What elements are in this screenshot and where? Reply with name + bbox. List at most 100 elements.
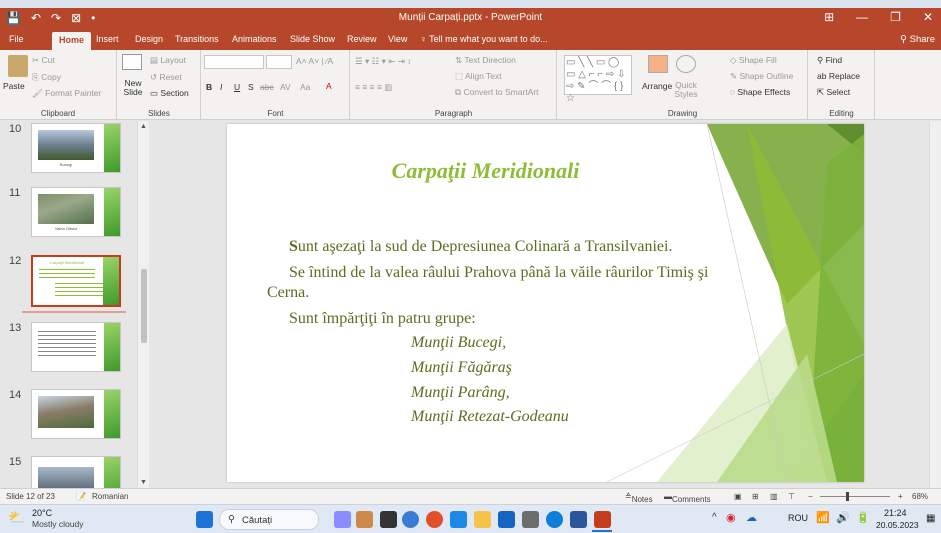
- close-icon[interactable]: ✕: [923, 10, 933, 24]
- notes-button[interactable]: ≙ Notes: [625, 492, 653, 504]
- zoom-level[interactable]: 68%: [912, 492, 928, 501]
- reading-view-icon[interactable]: ▥: [770, 492, 778, 501]
- copy-button[interactable]: ⎘ Copy: [32, 72, 61, 83]
- group-item-bucegi[interactable]: Munţii Bucegi,: [411, 334, 506, 352]
- group-item-retezat[interactable]: Munţii Retezat-Godeanu: [411, 408, 569, 426]
- thumbnail-slide-15[interactable]: [31, 456, 121, 488]
- thumbnail-slide-11[interactable]: Valea Oltului: [31, 187, 121, 237]
- change-case-button[interactable]: Aa: [300, 82, 310, 92]
- new-slide-icon[interactable]: [122, 54, 142, 70]
- thumbnail-slide-12-selected[interactable]: Carpații Meridionali: [31, 255, 121, 307]
- thumbnail-slide-13[interactable]: [31, 322, 121, 372]
- replace-button[interactable]: ab Replace: [817, 71, 860, 81]
- normal-view-icon[interactable]: ▣: [734, 492, 742, 501]
- mail-icon[interactable]: [498, 511, 515, 528]
- zoom-slider[interactable]: [820, 496, 890, 497]
- strikethrough-button[interactable]: abc: [260, 82, 274, 92]
- file-explorer-icon[interactable]: [474, 511, 491, 528]
- scroll-up-icon[interactable]: ▲: [140, 123, 147, 130]
- zoom-in-icon[interactable]: +: [898, 492, 903, 501]
- text-direction-button[interactable]: ⇅ Text Direction: [455, 55, 516, 66]
- tell-me-box[interactable]: ♀ Tell me what you want to do...: [420, 34, 548, 44]
- language-indicator[interactable]: Romanian: [92, 492, 128, 501]
- store-icon[interactable]: [356, 511, 373, 528]
- clock-date[interactable]: 20.05.2023: [876, 520, 919, 530]
- zoom-slider-thumb[interactable]: [846, 492, 849, 501]
- start-icon[interactable]: [196, 511, 213, 528]
- char-spacing-button[interactable]: AV: [280, 82, 291, 92]
- ribbon-display-icon[interactable]: ⊞: [824, 10, 834, 24]
- restore-icon[interactable]: ❐: [890, 10, 901, 24]
- tab-review[interactable]: Review: [347, 34, 377, 44]
- powerpoint-icon[interactable]: [594, 511, 611, 528]
- media-player-icon[interactable]: [522, 511, 539, 528]
- cut-button[interactable]: ✂ Cut: [32, 55, 55, 66]
- font-size-field[interactable]: [266, 55, 292, 69]
- weather-temp[interactable]: 20°C: [32, 508, 52, 518]
- quick-styles-button[interactable]: Quick Styles: [673, 81, 699, 99]
- wifi-icon[interactable]: 📶: [816, 511, 830, 524]
- format-painter-button[interactable]: 🖌 Format Painter: [32, 88, 101, 99]
- tab-view[interactable]: View: [388, 34, 407, 44]
- calculator-icon[interactable]: [450, 511, 467, 528]
- slide-title[interactable]: Carpaţii Meridionali: [227, 158, 744, 184]
- weather-desc[interactable]: Mostly cloudy: [32, 519, 84, 529]
- convert-smartart-button[interactable]: ⧉ Convert to SmartArt: [455, 87, 539, 98]
- volume-icon[interactable]: 🔊: [836, 511, 850, 524]
- group-item-fagaras[interactable]: Munţii Făgăraş: [411, 359, 512, 377]
- new-slide-button[interactable]: New Slide: [120, 79, 146, 97]
- chrome-icon[interactable]: [426, 511, 443, 528]
- bold-button[interactable]: B: [206, 82, 212, 92]
- select-button[interactable]: ⇱ Select: [817, 87, 850, 98]
- tray-app-icon[interactable]: ◉: [726, 511, 736, 524]
- slide-vertical-scrollbar[interactable]: [929, 121, 941, 488]
- thumbnail-slide-14[interactable]: [31, 389, 121, 439]
- share-button[interactable]: ⚲ Share: [900, 34, 935, 45]
- font-family-field[interactable]: [204, 55, 264, 69]
- thumbnail-scroll-thumb[interactable]: [141, 269, 147, 343]
- tab-home[interactable]: Home: [52, 32, 92, 50]
- tab-file[interactable]: File: [9, 34, 24, 44]
- zoom-out-icon[interactable]: −: [808, 492, 813, 501]
- paste-icon[interactable]: [8, 55, 28, 77]
- spellcheck-icon[interactable]: 📝: [76, 492, 86, 501]
- tab-transitions[interactable]: Transitions: [175, 34, 219, 44]
- slideshow-view-icon[interactable]: ⊤: [788, 492, 795, 501]
- arrange-button[interactable]: Arrange: [642, 81, 672, 91]
- reset-button[interactable]: ↺ Reset: [150, 72, 182, 83]
- taskbar-search[interactable]: ⚲ Căutați: [219, 509, 319, 530]
- input-language[interactable]: ROU: [788, 513, 808, 523]
- italic-button[interactable]: I: [220, 82, 222, 92]
- shadow-button[interactable]: S: [248, 82, 254, 92]
- tab-slide-show[interactable]: Slide Show: [290, 34, 335, 44]
- edge-icon[interactable]: [546, 511, 563, 528]
- task-view-icon[interactable]: [334, 511, 351, 528]
- tray-overflow-icon[interactable]: ^: [712, 512, 717, 523]
- slide-line-2[interactable]: Se întind de la valea râului Prahova pân…: [289, 264, 708, 282]
- shapes-gallery[interactable]: ▭ ╲ ╲ ▭ ◯ ▭ △ ⌐ ⌐ ⇨ ⇩ ⇨ ✎ ⌒ ⌒ { } ☆: [564, 55, 632, 104]
- arrange-icon[interactable]: [648, 55, 668, 73]
- tab-insert[interactable]: Insert: [96, 34, 119, 44]
- slide-line-3[interactable]: Sunt împărţiţi în patru grupe:: [289, 310, 476, 328]
- slide-line-2-cont[interactable]: Cerna.: [267, 284, 309, 302]
- slide-line-1[interactable]: Sunt aşezaţi la sud de Depresiunea Colin…: [289, 238, 672, 256]
- comments-button[interactable]: ▬ Comments: [664, 492, 711, 504]
- grow-font-icon[interactable]: A˄ A˅ | ⁄A: [296, 56, 333, 66]
- tab-design[interactable]: Design: [135, 34, 163, 44]
- minimize-icon[interactable]: —: [856, 10, 868, 24]
- onedrive-icon[interactable]: ☁: [746, 511, 757, 524]
- shape-outline-button[interactable]: ✎ Shape Outline: [730, 71, 793, 82]
- section-button[interactable]: ▭ Section: [150, 88, 189, 99]
- group-item-parang[interactable]: Munţii Parâng,: [411, 384, 510, 402]
- align-icons[interactable]: ≡ ≡ ≡ ≡ ▥: [355, 82, 392, 93]
- teams-chat-icon[interactable]: [402, 511, 419, 528]
- battery-icon[interactable]: 🔋: [856, 511, 870, 524]
- notification-icon[interactable]: ▦: [926, 513, 935, 524]
- current-slide[interactable]: Carpaţii Meridionali Sunt aşezaţi la sud…: [227, 124, 864, 482]
- quick-styles-icon[interactable]: [676, 55, 696, 73]
- thumbnail-scrollbar[interactable]: ▲ ▼: [137, 121, 149, 488]
- layout-button[interactable]: ▤ Layout: [150, 55, 186, 66]
- shape-fill-button[interactable]: ◇ Shape Fill: [730, 55, 777, 66]
- thumbnail-slide-10[interactable]: Bucegi: [31, 123, 121, 173]
- word-icon[interactable]: [570, 511, 587, 528]
